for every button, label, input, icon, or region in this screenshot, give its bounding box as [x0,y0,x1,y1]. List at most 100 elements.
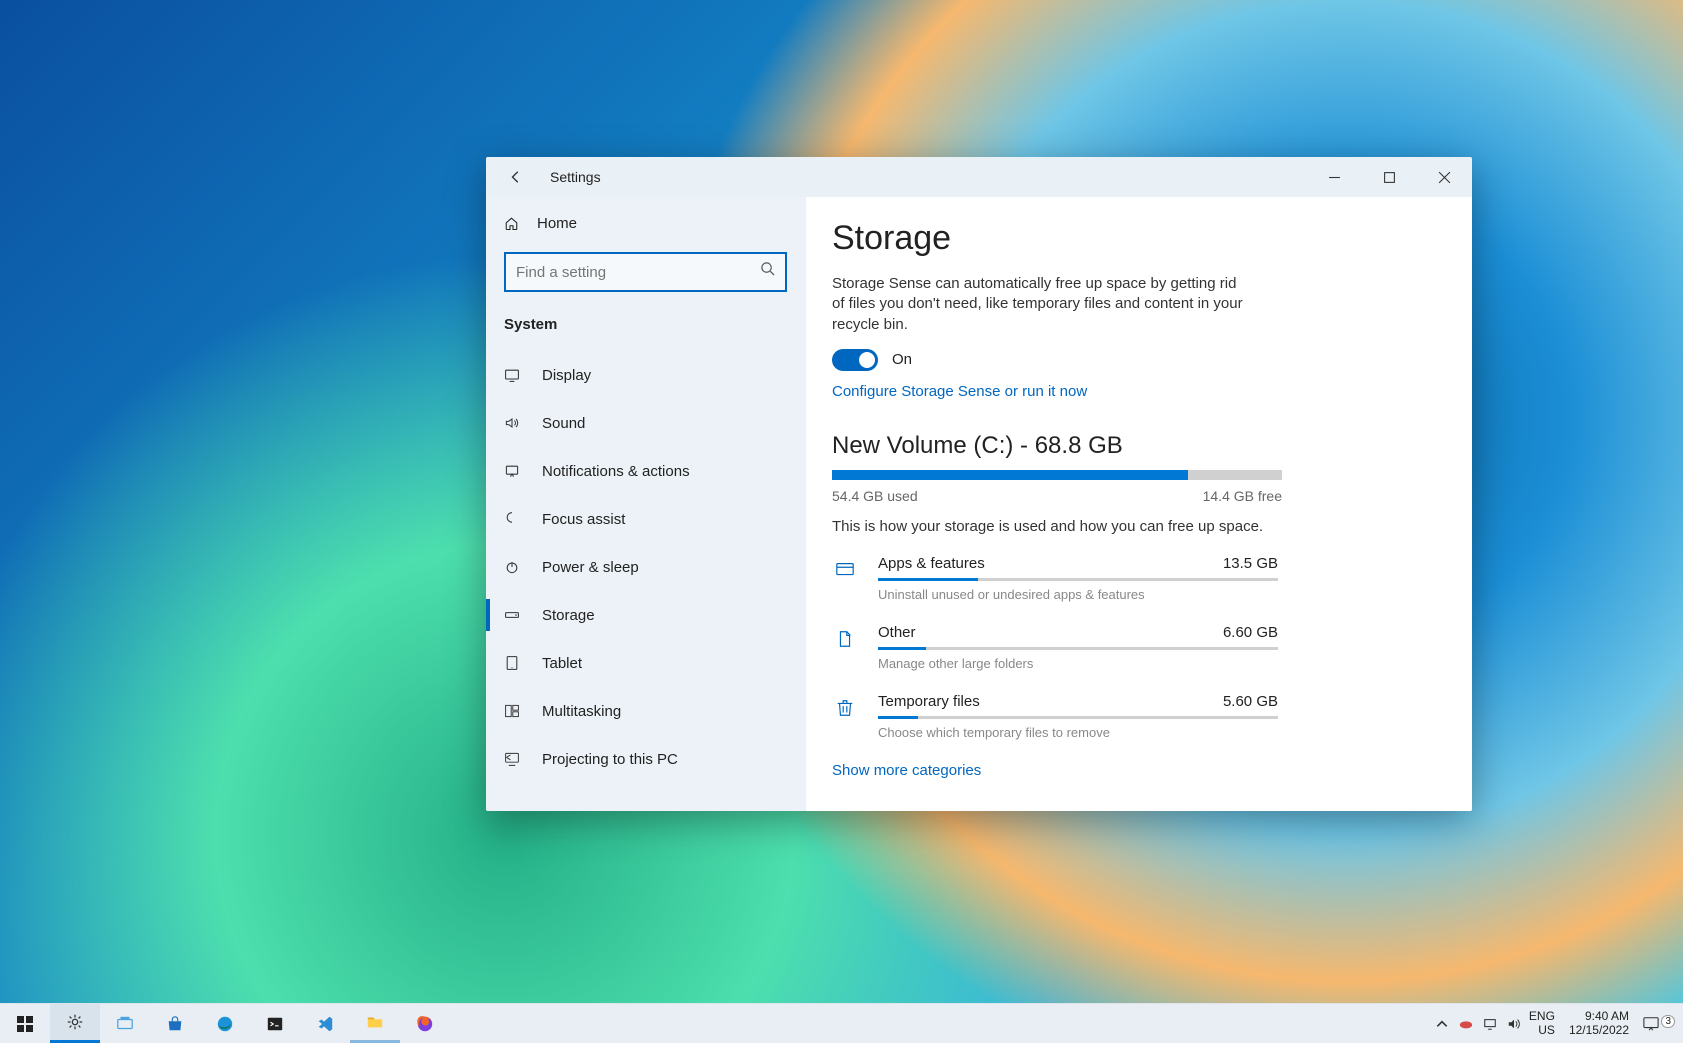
sidebar-item-storage[interactable]: Storage [486,591,805,639]
volume-usage-fill [832,470,1188,480]
windows-logo-icon [16,1015,34,1033]
trash-icon [832,695,858,721]
tablet-icon [504,655,524,671]
taskbar-firefox[interactable] [400,1004,450,1043]
taskbar-settings[interactable] [50,1004,100,1043]
sidebar-item-power-sleep[interactable]: Power & sleep [486,543,805,591]
taskbar-terminal[interactable] [250,1004,300,1043]
gear-icon [66,1013,84,1031]
storage-category-temp[interactable]: Temporary files 5.60 GB Choose which tem… [832,693,1436,740]
sound-icon [504,415,524,431]
sidebar-item-notifications[interactable]: Notifications & actions [486,447,805,495]
focus-assist-icon [504,511,524,527]
maximize-icon [1383,171,1396,184]
store-icon [166,1015,184,1033]
sidebar-item-label: Tablet [542,655,582,672]
firefox-icon [416,1015,434,1033]
arrow-left-icon [509,170,523,184]
window-title: Settings [550,169,601,185]
language-indicator[interactable]: ENG US [1529,1010,1555,1036]
sidebar-item-display[interactable]: Display [486,351,805,399]
volume-title: New Volume (C:) - 68.8 GB [832,432,1436,460]
category-size: 5.60 GB [1223,693,1278,710]
category-size: 13.5 GB [1223,555,1278,572]
system-tray[interactable] [1435,1017,1521,1031]
category-subtext: Manage other large folders [878,656,1278,671]
other-icon [832,626,858,652]
taskbar-taskview[interactable] [100,1004,150,1043]
taskbar-vscode[interactable] [300,1004,350,1043]
sidebar: Home System Display Sound [486,197,806,811]
vscode-icon [316,1015,334,1033]
edge-icon [216,1015,234,1033]
start-button[interactable] [0,1004,50,1043]
tray-onedrive-icon[interactable] [1459,1017,1473,1031]
storage-sense-toggle[interactable] [832,349,878,371]
sidebar-item-label: Projecting to this PC [542,751,678,768]
close-button[interactable] [1417,157,1472,197]
sidebar-item-label: Display [542,367,591,384]
taskbar: ENG US 9:40 AM 12/15/2022 3 [0,1003,1683,1043]
usage-description: This is how your storage is used and how… [832,518,1436,535]
projecting-icon [504,751,524,767]
volume-free-label: 14.4 GB free [1203,488,1282,504]
volume-usage-bar [832,470,1282,480]
tray-volume-icon[interactable] [1507,1017,1521,1031]
category-subtext: Choose which temporary files to remove [878,725,1278,740]
folder-icon [366,1013,384,1031]
category-bar [878,647,1278,650]
sidebar-item-tablet[interactable]: Tablet [486,639,805,687]
home-icon [504,216,519,231]
apps-icon [832,557,858,583]
sidebar-item-label: Notifications & actions [542,463,690,480]
sidebar-item-label: Power & sleep [542,559,639,576]
storage-sense-description: Storage Sense can automatically free up … [832,274,1252,335]
sidebar-item-multitasking[interactable]: Multitasking [486,687,805,735]
action-center-button[interactable]: 3 [1643,1016,1677,1032]
maximize-button[interactable] [1362,157,1417,197]
page-title: Storage [832,219,1436,258]
search-input[interactable] [504,252,787,292]
sidebar-item-focus-assist[interactable]: Focus assist [486,495,805,543]
sidebar-home[interactable]: Home [486,205,805,242]
notification-badge: 3 [1661,1015,1675,1028]
home-label: Home [537,215,577,232]
show-more-categories-link[interactable]: Show more categories [832,762,981,779]
sidebar-section-label: System [486,298,805,341]
sidebar-item-sound[interactable]: Sound [486,399,805,447]
taskbar-explorer[interactable] [350,1004,400,1043]
titlebar: Settings [486,157,1472,197]
clock[interactable]: 9:40 AM 12/15/2022 [1563,1010,1635,1036]
display-icon [504,367,524,383]
notification-icon [1643,1016,1659,1032]
category-subtext: Uninstall unused or undesired apps & fea… [878,587,1278,602]
content-pane: Storage Storage Sense can automatically … [806,197,1472,811]
category-bar [878,716,1278,719]
sidebar-item-label: Multitasking [542,703,621,720]
close-icon [1438,171,1451,184]
taskbar-edge[interactable] [200,1004,250,1043]
sidebar-item-projecting[interactable]: Projecting to this PC [486,735,805,783]
multitasking-icon [504,703,524,719]
storage-category-other[interactable]: Other 6.60 GB Manage other large folders [832,624,1436,671]
minimize-button[interactable] [1307,157,1362,197]
category-bar [878,578,1278,581]
taskbar-store[interactable] [150,1004,200,1043]
category-name: Temporary files [878,693,980,710]
back-button[interactable] [500,161,532,193]
sidebar-item-label: Focus assist [542,511,625,528]
sidebar-nav: Display Sound Notifications & actions Fo… [486,341,805,783]
tray-chevron-up-icon[interactable] [1435,1017,1449,1031]
tray-network-icon[interactable] [1483,1017,1497,1031]
sidebar-item-label: Storage [542,607,595,624]
storage-category-apps[interactable]: Apps & features 13.5 GB Uninstall unused… [832,555,1436,602]
notifications-icon [504,463,524,479]
window-controls [1307,157,1472,197]
category-name: Apps & features [878,555,985,572]
configure-storage-sense-link[interactable]: Configure Storage Sense or run it now [832,383,1087,400]
settings-window: Settings Home [486,157,1472,811]
volume-used-label: 54.4 GB used [832,488,918,504]
category-name: Other [878,624,916,641]
storage-sense-toggle-label: On [892,351,912,368]
sidebar-item-label: Sound [542,415,585,432]
